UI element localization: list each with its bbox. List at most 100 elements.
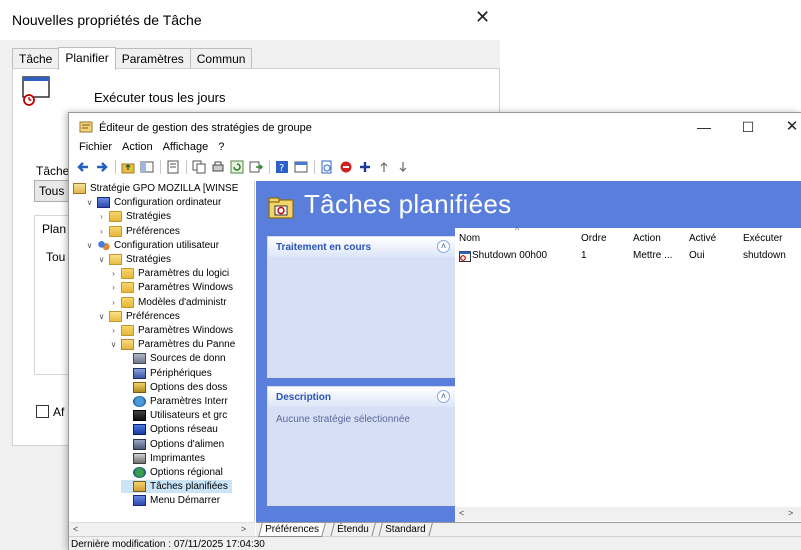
tree-item[interactable]: Stratégie GPO MOZILLA [WINSE (73, 182, 238, 195)
tab-etendu[interactable]: Étendu (330, 523, 376, 537)
expanded-chevron-icon[interactable]: ∨ (97, 255, 106, 264)
toolbar-separator (186, 160, 187, 174)
tab-parametres[interactable]: Paramètres (114, 48, 191, 69)
forward-arrow-icon[interactable] (94, 159, 110, 175)
folder-icon (109, 225, 122, 237)
tree-item[interactable]: Sources de donn (121, 352, 226, 365)
description-panel: Description ˄ Aucune stratégie sélection… (267, 386, 459, 506)
description-panel-header[interactable]: Description ˄ (268, 387, 458, 407)
task-action-cell: Mettre ... (633, 250, 673, 261)
tab-preferences[interactable]: Préférences (258, 523, 326, 537)
back-arrow-icon[interactable] (75, 159, 91, 175)
tree-item[interactable]: › Paramètres du logici (109, 267, 229, 280)
collapsed-chevron-icon[interactable]: › (97, 227, 106, 236)
tree-item[interactable]: Périphériques (121, 367, 212, 380)
collapse-icon[interactable]: ˄ (437, 390, 450, 403)
processing-panel-header[interactable]: Traitement en cours ˄ (268, 237, 458, 257)
copy-icon[interactable] (191, 159, 207, 175)
policy-tree[interactable]: Stratégie GPO MOZILLA [WINSE ∨ Configurati… (69, 181, 255, 522)
tree-item[interactable]: Utilisateurs et grc (121, 409, 227, 422)
tree-item[interactable]: Tâches planifiées (121, 480, 232, 494)
expanded-chevron-icon[interactable]: ∨ (85, 241, 94, 250)
sort-caret-icon: ^ (515, 225, 520, 235)
menu-fichier[interactable]: Fichier (79, 141, 112, 157)
expanded-chevron-icon[interactable]: ∨ (109, 340, 118, 349)
tree-item[interactable]: › Paramètres Windows (109, 324, 233, 337)
move-down-icon[interactable] (395, 159, 411, 175)
collapsed-chevron-icon[interactable]: › (109, 269, 118, 278)
column-header-active[interactable]: Activé (689, 228, 716, 246)
tree-item[interactable]: ∨ Configuration utilisateur (85, 239, 219, 252)
expanded-chevron-icon[interactable]: ∨ (85, 198, 94, 207)
tree-item-label: Options réseau (150, 424, 218, 436)
tab-tache[interactable]: Tâche (12, 48, 60, 69)
tree-item[interactable]: Options réseau (121, 423, 218, 436)
tab-planifier[interactable]: Planifier (58, 47, 116, 70)
tree-item[interactable]: ∨ Configuration ordinateur (85, 196, 221, 209)
tab-preferences-label: Préférences (265, 524, 320, 535)
new-item-icon[interactable] (319, 159, 335, 175)
display-checkbox[interactable] (36, 405, 49, 418)
column-header-nom[interactable]: Nom (459, 228, 480, 246)
expanded-chevron-icon[interactable]: ∨ (97, 312, 106, 321)
tree-item[interactable]: › Paramètres Windows (109, 281, 233, 294)
folder-icon (109, 211, 122, 223)
dialog-close-button[interactable]: ✕ (475, 8, 490, 26)
processing-panel-title: Traitement en cours (276, 241, 372, 253)
column-header-ordre[interactable]: Ordre (581, 228, 607, 246)
menu-affichage[interactable]: Affichage (163, 141, 209, 157)
refresh-icon[interactable] (229, 159, 245, 175)
menu-action[interactable]: Action (122, 141, 153, 157)
column-header-action[interactable]: Action (633, 228, 661, 246)
collapsed-chevron-icon[interactable]: › (109, 326, 118, 335)
folder-icon (121, 268, 134, 280)
view-icon[interactable] (293, 159, 309, 175)
help-icon[interactable]: ? (274, 159, 290, 175)
tab-standard[interactable]: Standard (378, 523, 433, 537)
maximize-button[interactable]: ☐ (733, 117, 763, 137)
tree-item[interactable]: ∨ Stratégies (97, 253, 171, 266)
tree-horizontal-scrollbar[interactable]: < > (69, 522, 255, 536)
tree-item[interactable]: Options régional (121, 466, 223, 479)
up-folder-icon[interactable] (120, 159, 136, 175)
scroll-right-icon[interactable]: > (241, 524, 246, 534)
properties-icon[interactable] (165, 159, 181, 175)
scroll-left-icon[interactable]: < (459, 508, 464, 518)
task-name-cell[interactable]: Shutdown 00h00 (472, 250, 576, 261)
tree-item[interactable]: › Stratégies (97, 210, 171, 223)
tree-item[interactable]: › Modèles d'administr (109, 296, 227, 309)
tree-item-label: Stratégies (126, 211, 172, 223)
menu-help[interactable]: ? (218, 141, 224, 157)
column-header-executer[interactable]: Exécuter (743, 228, 782, 246)
tree-item-label: Utilisateurs et grc (150, 410, 228, 422)
scroll-right-icon[interactable]: > (788, 508, 793, 518)
collapsed-chevron-icon[interactable]: › (109, 283, 118, 292)
folder-icon (109, 310, 122, 322)
tree-item[interactable]: ∨ Paramètres du Panne (109, 338, 235, 351)
close-button[interactable]: ✕ (777, 117, 801, 137)
tab-commun[interactable]: Commun (189, 48, 253, 69)
view-tabs: Préférences Étendu Standard (256, 522, 801, 537)
scroll-left-icon[interactable]: < (73, 524, 78, 534)
collapsed-chevron-icon[interactable]: › (97, 212, 106, 221)
collapsed-chevron-icon[interactable]: › (109, 298, 118, 307)
tree-item[interactable]: Menu Démarrer (121, 494, 220, 507)
print-icon[interactable] (210, 159, 226, 175)
tree-item[interactable]: Paramètres Interr (121, 395, 228, 408)
stop-icon[interactable] (338, 159, 354, 175)
tree-item-label: Préférences (126, 225, 180, 237)
list-horizontal-scrollbar[interactable]: < > (455, 507, 801, 521)
add-icon[interactable] (357, 159, 373, 175)
tree-item[interactable]: › Préférences (97, 225, 180, 238)
tree-item[interactable]: ∨ Préférences (97, 310, 180, 323)
export-list-icon[interactable] (248, 159, 264, 175)
show-tree-icon[interactable] (139, 159, 155, 175)
tree-item[interactable]: Options des doss (121, 381, 227, 394)
tree-item-label: Sources de donn (150, 353, 226, 365)
collapse-icon[interactable]: ˄ (437, 240, 450, 253)
tree-item[interactable]: Options d'alimen (121, 438, 224, 451)
move-up-icon[interactable] (376, 159, 392, 175)
tab-standard-label: Standard (385, 524, 426, 535)
minimize-button[interactable]: — (689, 117, 719, 137)
tree-item[interactable]: Imprimantes (121, 452, 205, 465)
